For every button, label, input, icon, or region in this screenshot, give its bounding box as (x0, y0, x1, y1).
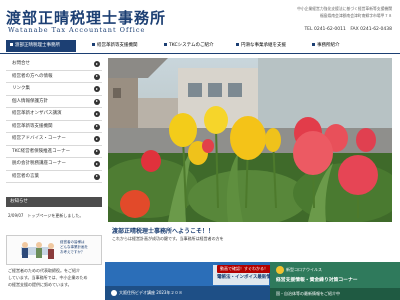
nav-bullet-icon (10, 43, 13, 46)
chevron-right-icon (94, 111, 100, 117)
site-logo-subtitle: Watanabe Tax Accountant Office (8, 26, 146, 34)
footer-text-line1: ご経営者のための代表取締役。をご紹介 (8, 268, 80, 273)
nav-bullet-icon (312, 43, 315, 46)
news-item[interactable]: 2/09/07 トップページを更新しました。 (8, 213, 83, 219)
sidebar-item-advice[interactable]: 経営アドバイス・コーナー (6, 133, 102, 146)
covid-line1: 新型コロナウイルス (286, 267, 322, 272)
chevron-right-icon (94, 161, 100, 167)
chevron-right-icon (94, 123, 100, 130)
sidebar-item-contact[interactable]: お問合せ (6, 58, 102, 71)
covid-icon (276, 266, 284, 274)
meeting-illustration-icon (21, 242, 54, 259)
chevron-right-icon (94, 61, 100, 67)
nav-item-business-succession[interactable]: 円滑な事業承継を支援 (232, 40, 304, 52)
footer-text-line2: しています。当事務所では、中小企業のため (8, 275, 88, 280)
banner-text-line: お考えですか？ (60, 250, 85, 254)
chevron-right-icon (94, 173, 100, 180)
nav-item-label: TKCシステムのご紹介 (169, 43, 214, 48)
nav-item-label: 円滑な事業承継を支援 (241, 43, 286, 48)
sidebar-item-tax-course[interactable]: 脱の会計税務講座コーナー (6, 158, 102, 171)
footer-text-line3: の経営支援の提供に努めています。 (8, 282, 72, 287)
nav-item-office[interactable]: 事務所紹介 (308, 40, 368, 52)
sidebar-item-insurance[interactable]: TKC経営者保険推進コーナー (6, 145, 102, 158)
sidebar-item-label: お問合せ (12, 61, 30, 66)
header-info-line2: 福島県南会津郡南会津町南郷字市場甲７８ (319, 13, 392, 18)
nav-bullet-icon (236, 43, 239, 46)
video-check-button[interactable]: 動画で確認！すぐわかる！ (217, 265, 271, 273)
invoice-video-banner[interactable]: 大阪住所ビデオ講座 2023年２０８ 動画で確認！すぐわかる！ 電帳法・インボイ… (105, 262, 275, 300)
covid-line3: 国・自治体等の最新情報をご紹介中 (276, 291, 340, 296)
covid-support-banner[interactable]: 新型コロナウイルス 経営支援情報・資金繰り対策コーナー 国・自治体等の最新情報を… (270, 262, 400, 300)
welcome-title: 渡部正晴税理士事務所へようこそ！！ (112, 228, 215, 235)
banner-text: 経営者の皆様は どんな事業計画を お考えですか？ (60, 240, 88, 255)
sidebar-item-lecture[interactable]: 経営革新オンザパス講演 (6, 108, 102, 121)
sidebar-item-label: 経営アドバイス・コーナー (12, 136, 66, 141)
sidebar-item-label: 経営革新等支援機関 (12, 123, 53, 129)
sidebar-item-label: 経営革新オンザパス講演 (12, 111, 62, 116)
site-logo-title[interactable]: 渡部正晴税理士事務所 (6, 7, 166, 28)
nav-bullet-icon (164, 43, 167, 46)
header-info-line1: 中小企業経営力強化支援法に基づく経営革新等支援機関 (297, 6, 392, 11)
nav-item-tkc-system[interactable]: TKCシステムのご紹介 (160, 40, 232, 52)
sidebar-item-label: リンク集 (12, 86, 30, 91)
nav-bullet-icon (92, 43, 95, 46)
site-header: 渡部正晴税理士事務所 Watanabe Tax Accountant Offic… (0, 0, 400, 37)
sidebar-menu: お問合せ 経営者の方への情報 リンク集 個人情報保護方針 経営革新オンザパス講演… (6, 58, 102, 183)
chevron-right-icon (94, 136, 100, 142)
sidebar-item-support-agency[interactable]: 経営革新等支援機関 (6, 120, 102, 133)
sidebar-item-label: 経営者の言葉 (12, 173, 39, 179)
sidebar-item-owner-info[interactable]: 経営者の方への情報 (6, 70, 102, 83)
nav-item-home[interactable]: 渡部正晴税理士事務所 (6, 40, 76, 52)
play-icon (111, 290, 117, 296)
sidebar-item-label: 脱の会計税務講座コーナー (12, 161, 66, 166)
nav-divider (0, 53, 400, 54)
hero-tulip-photo (108, 58, 392, 222)
sidebar-item-words[interactable]: 経営者の言葉 (6, 170, 102, 183)
main-nav: 渡部正晴税理士事務所 経営革新等支援機関 TKCシステムのご紹介 円滑な事業承継… (0, 40, 400, 52)
news-heading: お知らせ (6, 197, 102, 207)
chevron-right-icon (94, 73, 100, 80)
sidebar-item-label: TKC経営者保険推進コーナー (12, 148, 71, 154)
ticker-text: 電帳法・インボイス最新情報 (217, 275, 276, 280)
sidebar-item-label: 経営者の方への情報 (12, 73, 53, 79)
covid-line2: 経営支援情報・資金繰り対策コーナー (276, 278, 358, 283)
chevron-right-icon (94, 148, 100, 155)
video-label: 大阪住所ビデオ講座 2023年２０８ (119, 290, 183, 295)
chevron-right-icon (94, 86, 100, 92)
sidebar-item-privacy[interactable]: 個人情報保護方針 (6, 95, 102, 108)
nav-item-label: 事務所紹介 (317, 43, 340, 48)
sidebar-item-links[interactable]: リンク集 (6, 83, 102, 96)
tulip-illustration (108, 58, 392, 222)
chevron-right-icon (94, 98, 100, 105)
sidebar-item-label: 個人情報保護方針 (12, 98, 48, 104)
header-phone: TEL 0241-62-0011 FAX 0241-62-0438 (304, 27, 392, 32)
nav-item-label: 渡部正晴税理士事務所 (15, 43, 60, 48)
nav-item-label: 経営革新等支援機関 (97, 43, 138, 48)
nav-item-support-agency[interactable]: 経営革新等支援機関 (88, 40, 158, 52)
welcome-text: これからは経営計画が成功の鍵です。当事務所は経営者の方を (112, 236, 224, 241)
